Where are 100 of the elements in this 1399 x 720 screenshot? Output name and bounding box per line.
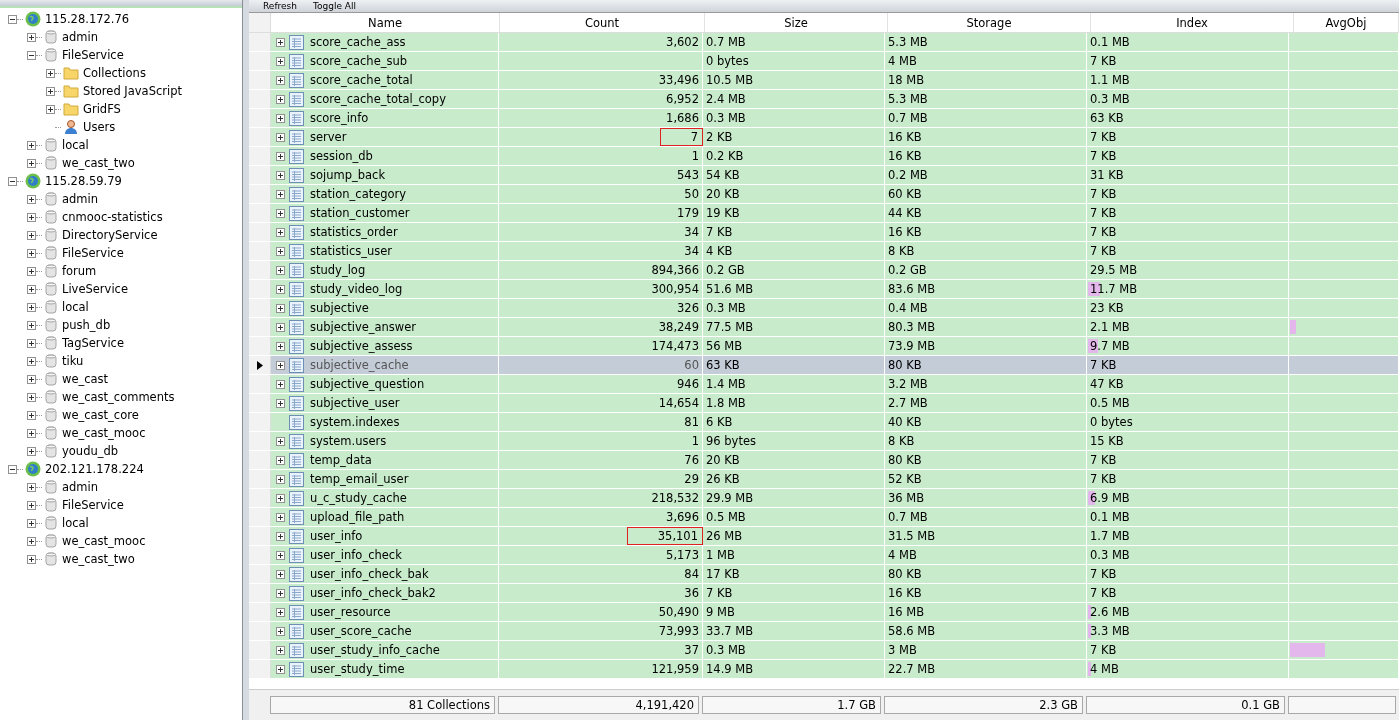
expand-icon[interactable]: [276, 645, 285, 655]
toolbar-button[interactable]: Refresh: [259, 0, 301, 12]
expand-icon[interactable]: [276, 113, 285, 123]
expand-icon[interactable]: [276, 322, 285, 332]
tree-item[interactable]: 202.121.178.224: [45, 462, 144, 476]
expand-icon[interactable]: [27, 500, 36, 510]
expand-icon[interactable]: [276, 227, 285, 237]
expand-icon[interactable]: [27, 356, 36, 366]
tree-item[interactable]: local: [62, 138, 89, 152]
expand-icon[interactable]: [276, 436, 285, 446]
expand-icon[interactable]: [276, 455, 285, 465]
expand-icon[interactable]: [27, 536, 36, 546]
expand-icon[interactable]: [46, 86, 55, 96]
column-header[interactable]: Storage: [888, 13, 1091, 32]
expand-icon[interactable]: [276, 531, 285, 541]
expand-icon[interactable]: [27, 266, 36, 276]
expand-icon[interactable]: [276, 284, 285, 294]
expand-icon[interactable]: [276, 56, 285, 66]
column-header[interactable]: Count: [500, 13, 705, 32]
expand-icon[interactable]: [27, 32, 36, 42]
expand-icon[interactable]: [276, 94, 285, 104]
expand-icon[interactable]: [27, 140, 36, 150]
tree-item[interactable]: Users: [83, 120, 116, 134]
expand-icon[interactable]: [27, 518, 36, 528]
expand-icon[interactable]: [27, 302, 36, 312]
tree-item[interactable]: admin: [62, 192, 99, 206]
expand-icon[interactable]: [46, 104, 55, 114]
tree-item[interactable]: push_db: [62, 318, 111, 332]
tree-item[interactable]: 115.28.172.76: [45, 12, 130, 26]
tree-item[interactable]: Collections: [83, 66, 146, 80]
toolbar-button[interactable]: Toggle All: [309, 0, 360, 12]
tree-item[interactable]: youdu_db: [62, 444, 119, 458]
tree-item[interactable]: we_cast: [62, 372, 109, 386]
tree-item[interactable]: FileService: [62, 246, 124, 260]
expand-icon[interactable]: [276, 208, 285, 218]
expand-icon[interactable]: [276, 493, 285, 503]
expand-icon[interactable]: [276, 341, 285, 351]
tree-item[interactable]: we_cast_core: [62, 408, 139, 422]
tree-item[interactable]: forum: [62, 264, 97, 278]
expand-icon[interactable]: [276, 569, 285, 579]
expand-icon[interactable]: [276, 664, 285, 674]
collapse-icon[interactable]: [27, 50, 36, 60]
expand-icon[interactable]: [27, 248, 36, 258]
expand-icon[interactable]: [276, 512, 285, 522]
expand-icon[interactable]: [27, 392, 36, 402]
tree-item[interactable]: we_cast_two: [62, 552, 135, 566]
column-header[interactable]: AvgObj: [1294, 13, 1399, 32]
tree-item[interactable]: cnmooc-statistics: [62, 210, 163, 224]
tree-item[interactable]: we_cast_mooc: [62, 534, 146, 548]
expand-icon[interactable]: [276, 550, 285, 560]
expand-icon[interactable]: [276, 303, 285, 313]
tree-item[interactable]: FileService: [62, 48, 124, 62]
tree-item[interactable]: LiveService: [62, 282, 128, 296]
tree-item[interactable]: we_cast_two: [62, 156, 135, 170]
expand-icon[interactable]: [27, 230, 36, 240]
expand-icon[interactable]: [27, 410, 36, 420]
collapse-icon[interactable]: [8, 176, 17, 186]
expand-icon[interactable]: [27, 320, 36, 330]
expand-icon[interactable]: [27, 428, 36, 438]
tree-item[interactable]: 115.28.59.79: [45, 174, 122, 188]
expand-icon[interactable]: [276, 265, 285, 275]
expand-icon[interactable]: [27, 284, 36, 294]
expand-icon[interactable]: [276, 170, 285, 180]
expand-icon[interactable]: [46, 68, 55, 78]
column-header[interactable]: Size: [705, 13, 888, 32]
expand-icon[interactable]: [276, 474, 285, 484]
expand-icon[interactable]: [276, 360, 285, 370]
expand-icon[interactable]: [27, 158, 36, 168]
expand-icon[interactable]: [27, 554, 36, 564]
expand-icon[interactable]: [276, 151, 285, 161]
tree-item[interactable]: GridFS: [83, 102, 121, 116]
expand-icon[interactable]: [276, 626, 285, 636]
tree-item[interactable]: TagService: [62, 336, 124, 350]
tree-item[interactable]: local: [62, 300, 89, 314]
tree-item[interactable]: local: [62, 516, 89, 530]
expand-icon[interactable]: [276, 132, 285, 142]
collapse-icon[interactable]: [8, 14, 17, 24]
tree-item[interactable]: we_cast_mooc: [62, 426, 146, 440]
expand-icon[interactable]: [276, 398, 285, 408]
expand-icon[interactable]: [276, 189, 285, 199]
expand-icon[interactable]: [27, 212, 36, 222]
expand-icon[interactable]: [27, 482, 36, 492]
tree-item[interactable]: Stored JavaScript: [83, 84, 182, 98]
expand-icon[interactable]: [276, 37, 285, 47]
expand-icon[interactable]: [276, 607, 285, 617]
expand-icon[interactable]: [276, 246, 285, 256]
expand-icon[interactable]: [27, 338, 36, 348]
expand-icon[interactable]: [27, 374, 36, 384]
expand-icon[interactable]: [276, 75, 285, 85]
collapse-icon[interactable]: [8, 464, 17, 474]
column-header[interactable]: Index: [1091, 13, 1294, 32]
column-header[interactable]: Name: [271, 13, 500, 32]
expand-icon[interactable]: [27, 194, 36, 204]
tree-item[interactable]: FileService: [62, 498, 124, 512]
tree-item[interactable]: tiku: [62, 354, 84, 368]
tree-item[interactable]: we_cast_comments: [62, 390, 175, 404]
tree-item[interactable]: DirectoryService: [62, 228, 158, 242]
tree-item[interactable]: admin: [62, 30, 99, 44]
tree-item[interactable]: admin: [62, 480, 99, 494]
row-header[interactable]: [249, 356, 271, 374]
